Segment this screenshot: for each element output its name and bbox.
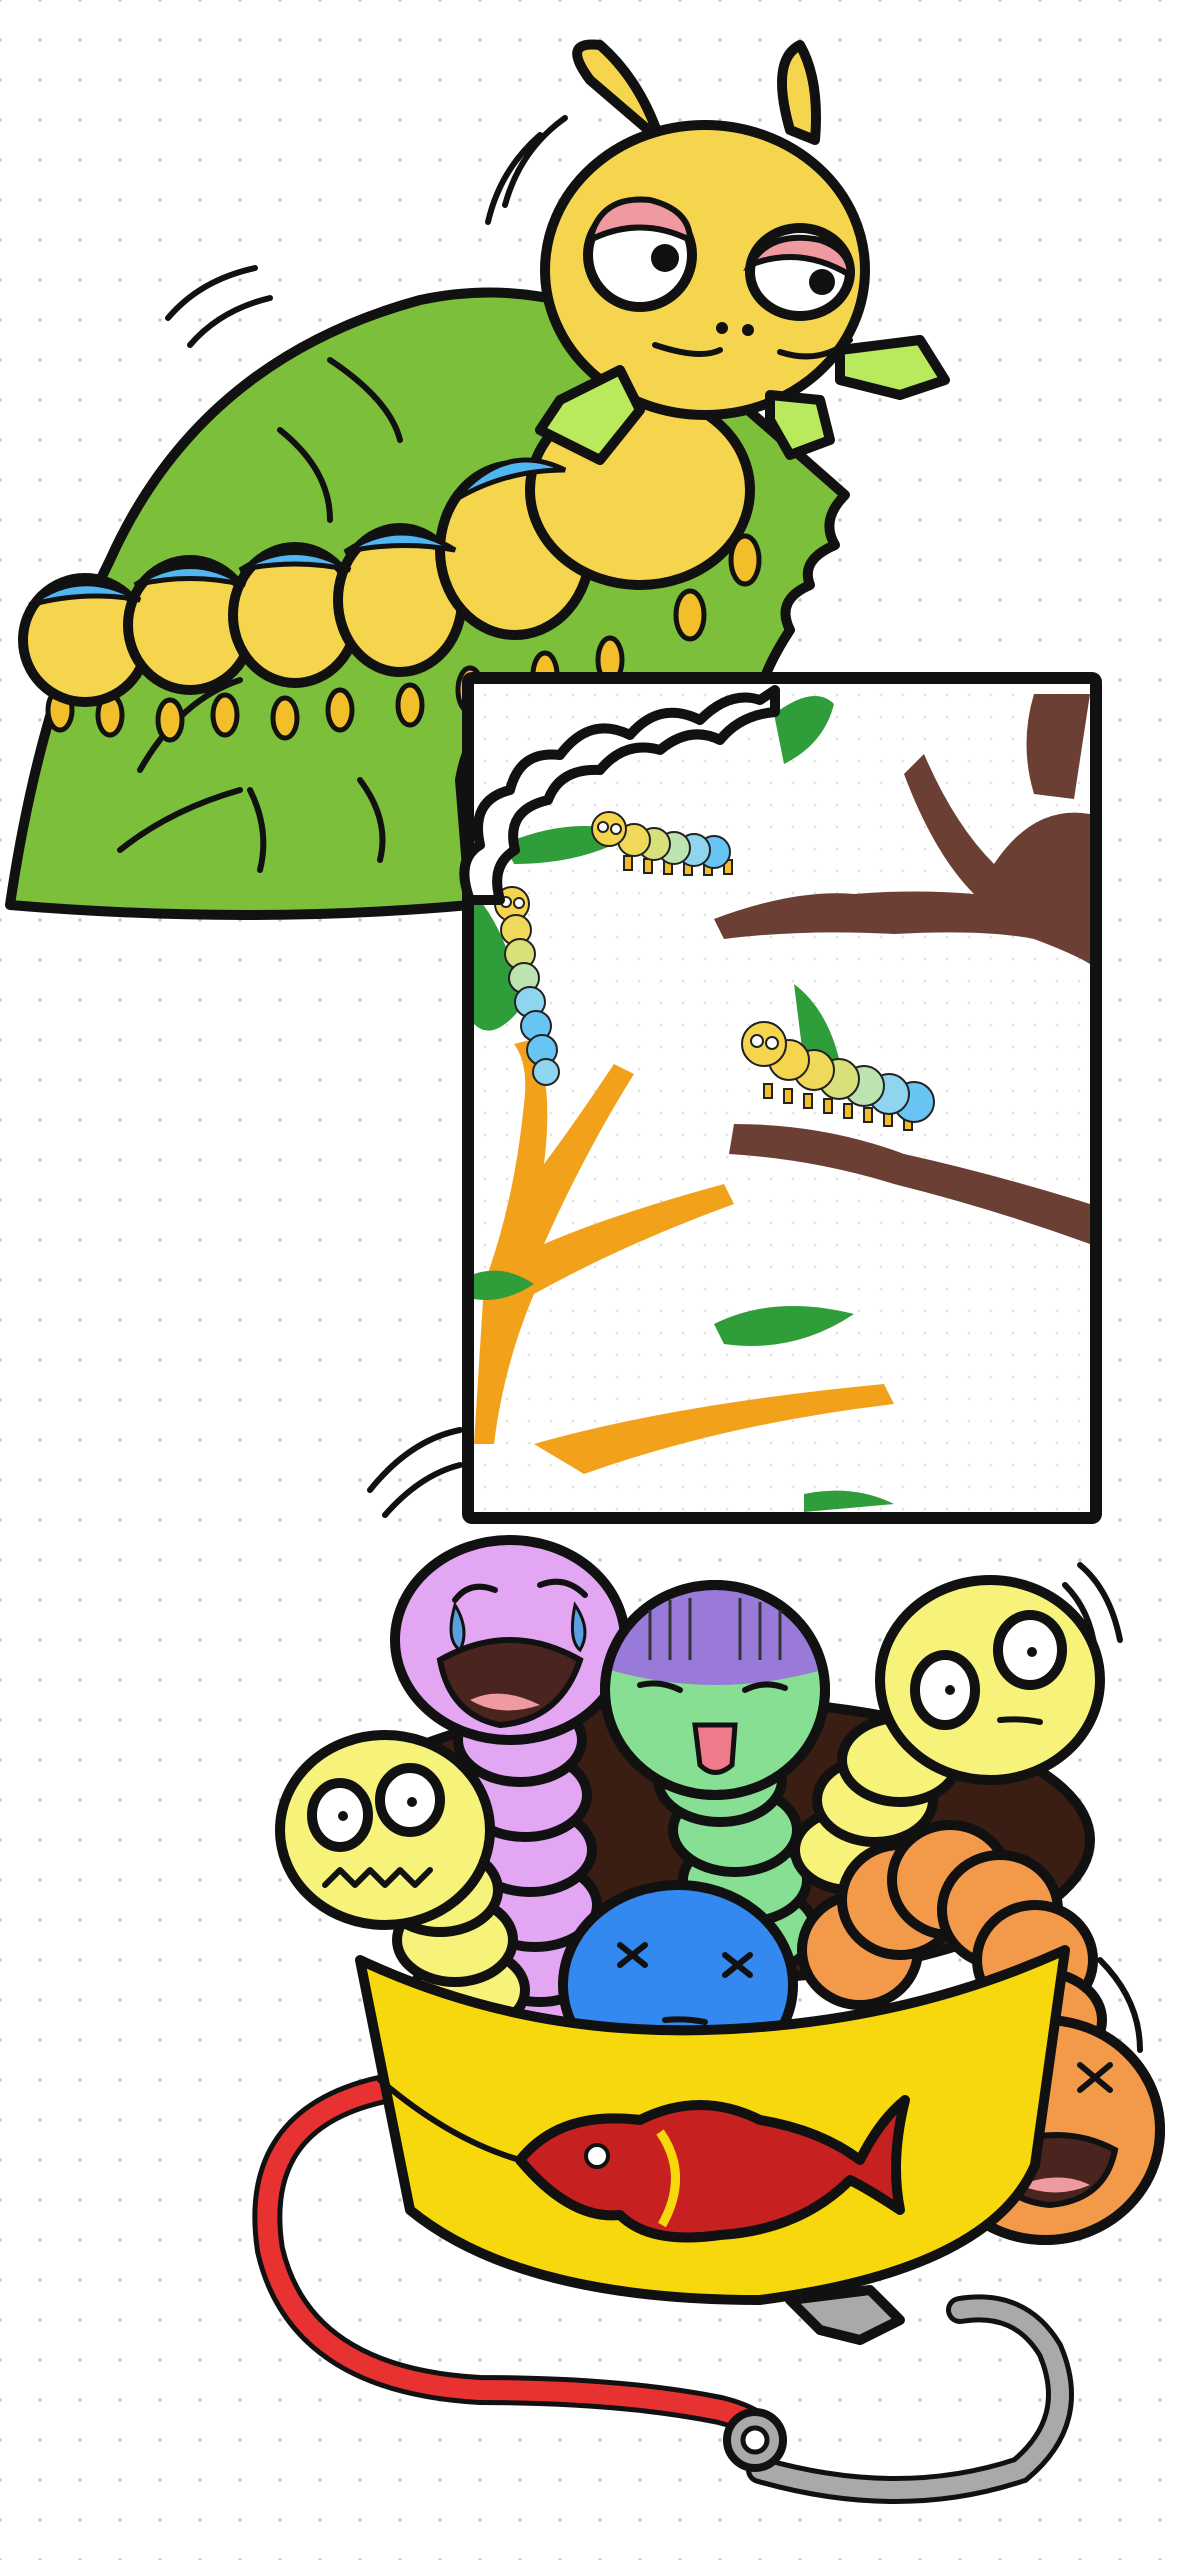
fishing-hook-icon [723, 2285, 1074, 2504]
worm-bucket-illustration [252, 1427, 1165, 2504]
